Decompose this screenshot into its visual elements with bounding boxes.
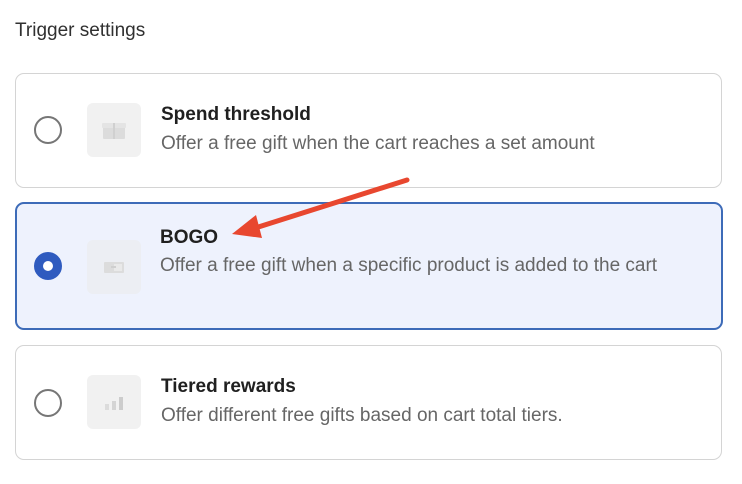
tiers-bar-icon (87, 375, 141, 429)
radio-tiered-rewards[interactable] (34, 389, 62, 417)
radio-bogo[interactable] (34, 252, 62, 280)
option-tiered-rewards[interactable]: Tiered rewards Offer different free gift… (15, 345, 722, 460)
option-title: Spend threshold (161, 104, 311, 125)
option-title: Tiered rewards (161, 376, 296, 397)
option-description: Offer a free gift when the cart reaches … (161, 133, 595, 154)
option-spend-threshold[interactable]: Spend threshold Offer a free gift when t… (15, 73, 722, 188)
option-description: Offer a free gift when a specific produc… (160, 255, 658, 276)
option-description: Offer different free gifts based on cart… (161, 405, 563, 426)
radio-spend-threshold[interactable] (34, 116, 62, 144)
bogo-tag-icon (87, 240, 141, 294)
option-bogo[interactable]: BOGO Offer a free gift when a specific p… (15, 202, 723, 330)
gift-box-icon (87, 103, 141, 157)
section-title: Trigger settings (15, 20, 146, 41)
option-title: BOGO (160, 227, 219, 248)
